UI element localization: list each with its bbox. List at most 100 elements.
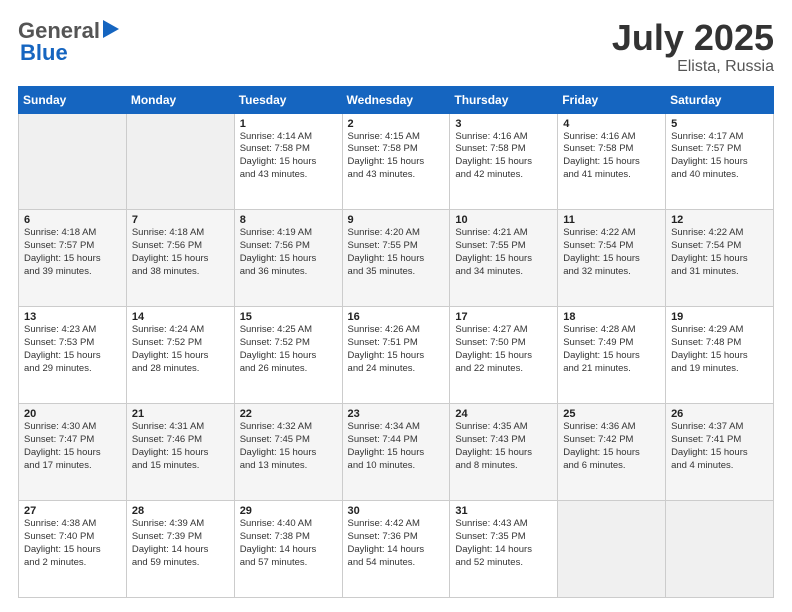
calendar-week-row-5: 27Sunrise: 4:38 AM Sunset: 7:40 PM Dayli… [19,501,774,598]
day-number: 19 [671,311,768,323]
day-number: 28 [132,505,229,517]
day-number: 11 [563,214,660,226]
calendar-cell: 23Sunrise: 4:34 AM Sunset: 7:44 PM Dayli… [342,404,450,501]
calendar-cell: 28Sunrise: 4:39 AM Sunset: 7:39 PM Dayli… [126,501,234,598]
title-block: July 2025 Elista, Russia [612,18,774,76]
day-info: Sunrise: 4:34 AM Sunset: 7:44 PM Dayligh… [348,421,445,472]
day-info: Sunrise: 4:21 AM Sunset: 7:55 PM Dayligh… [455,227,552,278]
day-info: Sunrise: 4:38 AM Sunset: 7:40 PM Dayligh… [24,518,121,569]
day-info: Sunrise: 4:16 AM Sunset: 7:58 PM Dayligh… [563,131,660,182]
day-info: Sunrise: 4:23 AM Sunset: 7:53 PM Dayligh… [24,324,121,375]
col-thursday: Thursday [450,86,558,113]
day-number: 21 [132,408,229,420]
day-info: Sunrise: 4:17 AM Sunset: 7:57 PM Dayligh… [671,131,768,182]
day-number: 18 [563,311,660,323]
calendar-cell: 21Sunrise: 4:31 AM Sunset: 7:46 PM Dayli… [126,404,234,501]
calendar-cell: 14Sunrise: 4:24 AM Sunset: 7:52 PM Dayli… [126,307,234,404]
calendar-cell: 29Sunrise: 4:40 AM Sunset: 7:38 PM Dayli… [234,501,342,598]
col-sunday: Sunday [19,86,127,113]
calendar-cell: 22Sunrise: 4:32 AM Sunset: 7:45 PM Dayli… [234,404,342,501]
calendar-cell [558,501,666,598]
day-number: 7 [132,214,229,226]
day-number: 3 [455,118,552,130]
day-number: 23 [348,408,445,420]
calendar-cell: 18Sunrise: 4:28 AM Sunset: 7:49 PM Dayli… [558,307,666,404]
calendar-cell: 1Sunrise: 4:14 AM Sunset: 7:58 PM Daylig… [234,113,342,210]
header: General Blue July 2025 Elista, Russia [18,18,774,76]
day-info: Sunrise: 4:14 AM Sunset: 7:58 PM Dayligh… [240,131,337,182]
calendar-cell: 4Sunrise: 4:16 AM Sunset: 7:58 PM Daylig… [558,113,666,210]
calendar-cell: 2Sunrise: 4:15 AM Sunset: 7:58 PM Daylig… [342,113,450,210]
calendar-cell: 16Sunrise: 4:26 AM Sunset: 7:51 PM Dayli… [342,307,450,404]
day-number: 13 [24,311,121,323]
day-number: 5 [671,118,768,130]
calendar-header-row: Sunday Monday Tuesday Wednesday Thursday… [19,86,774,113]
day-number: 25 [563,408,660,420]
day-info: Sunrise: 4:37 AM Sunset: 7:41 PM Dayligh… [671,421,768,472]
day-info: Sunrise: 4:35 AM Sunset: 7:43 PM Dayligh… [455,421,552,472]
day-number: 27 [24,505,121,517]
day-info: Sunrise: 4:39 AM Sunset: 7:39 PM Dayligh… [132,518,229,569]
day-info: Sunrise: 4:18 AM Sunset: 7:56 PM Dayligh… [132,227,229,278]
calendar-week-row-3: 13Sunrise: 4:23 AM Sunset: 7:53 PM Dayli… [19,307,774,404]
logo-blue-text: Blue [20,40,68,66]
day-number: 14 [132,311,229,323]
col-monday: Monday [126,86,234,113]
day-number: 9 [348,214,445,226]
day-number: 12 [671,214,768,226]
calendar-cell: 5Sunrise: 4:17 AM Sunset: 7:57 PM Daylig… [666,113,774,210]
day-info: Sunrise: 4:29 AM Sunset: 7:48 PM Dayligh… [671,324,768,375]
day-number: 17 [455,311,552,323]
day-info: Sunrise: 4:28 AM Sunset: 7:49 PM Dayligh… [563,324,660,375]
day-info: Sunrise: 4:20 AM Sunset: 7:55 PM Dayligh… [348,227,445,278]
day-info: Sunrise: 4:15 AM Sunset: 7:58 PM Dayligh… [348,131,445,182]
calendar-cell: 24Sunrise: 4:35 AM Sunset: 7:43 PM Dayli… [450,404,558,501]
col-saturday: Saturday [666,86,774,113]
day-number: 22 [240,408,337,420]
calendar-cell [19,113,127,210]
month-title: July 2025 [612,18,774,58]
day-info: Sunrise: 4:22 AM Sunset: 7:54 PM Dayligh… [671,227,768,278]
calendar-cell: 19Sunrise: 4:29 AM Sunset: 7:48 PM Dayli… [666,307,774,404]
day-info: Sunrise: 4:16 AM Sunset: 7:58 PM Dayligh… [455,131,552,182]
calendar-cell: 27Sunrise: 4:38 AM Sunset: 7:40 PM Dayli… [19,501,127,598]
calendar-cell: 30Sunrise: 4:42 AM Sunset: 7:36 PM Dayli… [342,501,450,598]
logo-arrow-icon [103,20,119,43]
day-info: Sunrise: 4:27 AM Sunset: 7:50 PM Dayligh… [455,324,552,375]
calendar-cell: 3Sunrise: 4:16 AM Sunset: 7:58 PM Daylig… [450,113,558,210]
calendar-cell: 11Sunrise: 4:22 AM Sunset: 7:54 PM Dayli… [558,210,666,307]
day-number: 16 [348,311,445,323]
day-number: 4 [563,118,660,130]
calendar-table: Sunday Monday Tuesday Wednesday Thursday… [18,86,774,598]
day-info: Sunrise: 4:22 AM Sunset: 7:54 PM Dayligh… [563,227,660,278]
location: Elista, Russia [612,58,774,76]
day-info: Sunrise: 4:40 AM Sunset: 7:38 PM Dayligh… [240,518,337,569]
day-info: Sunrise: 4:26 AM Sunset: 7:51 PM Dayligh… [348,324,445,375]
day-number: 10 [455,214,552,226]
day-number: 31 [455,505,552,517]
day-number: 30 [348,505,445,517]
day-number: 1 [240,118,337,130]
calendar-cell: 17Sunrise: 4:27 AM Sunset: 7:50 PM Dayli… [450,307,558,404]
col-tuesday: Tuesday [234,86,342,113]
day-number: 15 [240,311,337,323]
col-wednesday: Wednesday [342,86,450,113]
day-info: Sunrise: 4:42 AM Sunset: 7:36 PM Dayligh… [348,518,445,569]
day-info: Sunrise: 4:19 AM Sunset: 7:56 PM Dayligh… [240,227,337,278]
calendar-cell: 6Sunrise: 4:18 AM Sunset: 7:57 PM Daylig… [19,210,127,307]
day-number: 6 [24,214,121,226]
day-number: 8 [240,214,337,226]
day-info: Sunrise: 4:36 AM Sunset: 7:42 PM Dayligh… [563,421,660,472]
logo: General Blue [18,18,119,66]
calendar-cell: 13Sunrise: 4:23 AM Sunset: 7:53 PM Dayli… [19,307,127,404]
day-info: Sunrise: 4:18 AM Sunset: 7:57 PM Dayligh… [24,227,121,278]
day-number: 26 [671,408,768,420]
day-info: Sunrise: 4:43 AM Sunset: 7:35 PM Dayligh… [455,518,552,569]
calendar-cell: 25Sunrise: 4:36 AM Sunset: 7:42 PM Dayli… [558,404,666,501]
day-info: Sunrise: 4:32 AM Sunset: 7:45 PM Dayligh… [240,421,337,472]
calendar-cell: 20Sunrise: 4:30 AM Sunset: 7:47 PM Dayli… [19,404,127,501]
day-number: 2 [348,118,445,130]
page: General Blue July 2025 Elista, Russia Su… [0,0,792,612]
calendar-week-row-2: 6Sunrise: 4:18 AM Sunset: 7:57 PM Daylig… [19,210,774,307]
calendar-cell: 31Sunrise: 4:43 AM Sunset: 7:35 PM Dayli… [450,501,558,598]
